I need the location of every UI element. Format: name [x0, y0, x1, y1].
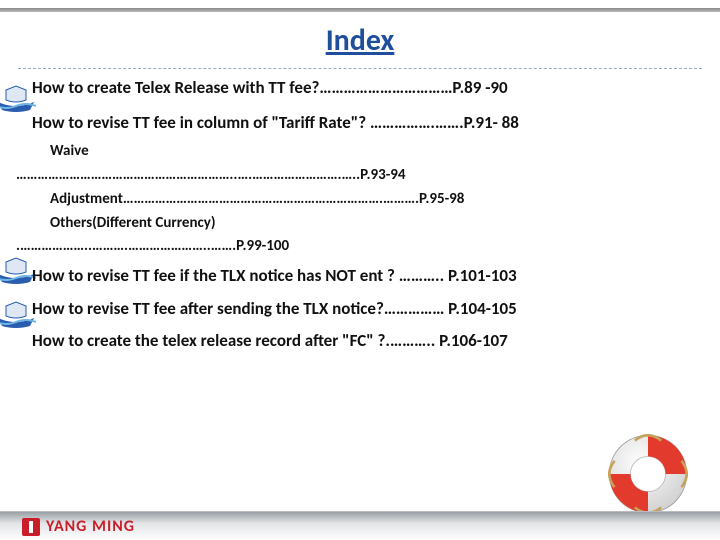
- index-subentry: Adjustment……………………………………………………………….……….P…: [50, 189, 700, 211]
- brand-mark-icon: [22, 518, 40, 536]
- page-title: Index: [0, 22, 720, 59]
- index-entry: How to create Telex Release with TT fee?…: [32, 76, 700, 101]
- index-entry: How to revise TT fee after sending the T…: [32, 297, 700, 322]
- index-subentry-continuation: ……………………………………………………..….…………………….…..P.93…: [16, 165, 700, 187]
- ship-icon: [0, 256, 36, 284]
- index-entry: How to revise TT fee if the TLX notice h…: [32, 264, 700, 289]
- index-entry: How to create the telex release record a…: [32, 329, 700, 354]
- index-subentry-continuation: .………………..……….…………………..…….P.99-100: [16, 236, 700, 258]
- slide: Index How to create Telex Release with T…: [0, 0, 720, 540]
- index-content: How to create Telex Release with TT fee?…: [32, 76, 700, 360]
- top-rule: [0, 8, 720, 12]
- ship-icon: [0, 84, 36, 112]
- index-subentry: Waive: [50, 141, 700, 163]
- ship-icon: [0, 300, 36, 328]
- brand-logo: YANG MING: [22, 517, 135, 536]
- lifebuoy-icon: [604, 430, 692, 518]
- title-divider: [18, 68, 702, 69]
- index-entry: How to revise TT fee in column of "Tarif…: [32, 111, 700, 136]
- brand-text: YANG MING: [46, 517, 135, 536]
- index-subentry: Others(Different Currency): [50, 213, 700, 235]
